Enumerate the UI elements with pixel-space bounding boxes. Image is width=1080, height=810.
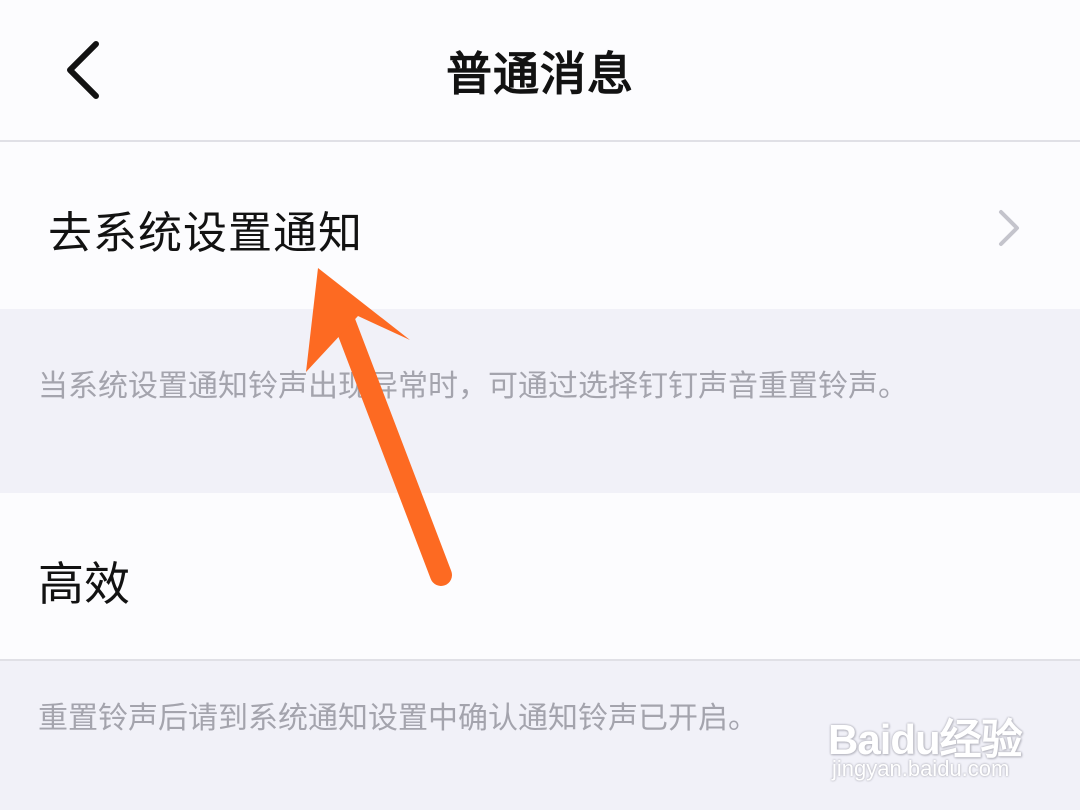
nav-header: 普通消息 (0, 0, 1080, 140)
watermark: Baidu经验 jingyan.baidu.com (828, 692, 1028, 792)
system-notification-settings-row[interactable]: 去系统设置通知 (0, 142, 1080, 309)
screen: 普通消息 去系统设置通知 当系统设置通知铃声出现异常时，可通过选择钉钉声音重置铃… (0, 0, 1080, 810)
page-title: 普通消息 (446, 47, 634, 101)
ringtone-reset-text: 当系统设置通知铃声出现异常时，可通过选择钉钉声音重置铃声。 (38, 369, 908, 404)
ringtone-reset-description: 当系统设置通知铃声出现异常时，可通过选择钉钉声音重置铃声。 (0, 309, 1080, 493)
watermark-url: jingyan.baidu.com (832, 756, 1010, 781)
system-notification-label: 去系统设置通知 (48, 208, 363, 259)
efficient-row: 高效 (0, 493, 1080, 659)
chevron-right-icon (999, 210, 1019, 246)
efficient-label: 高效 (38, 557, 130, 611)
